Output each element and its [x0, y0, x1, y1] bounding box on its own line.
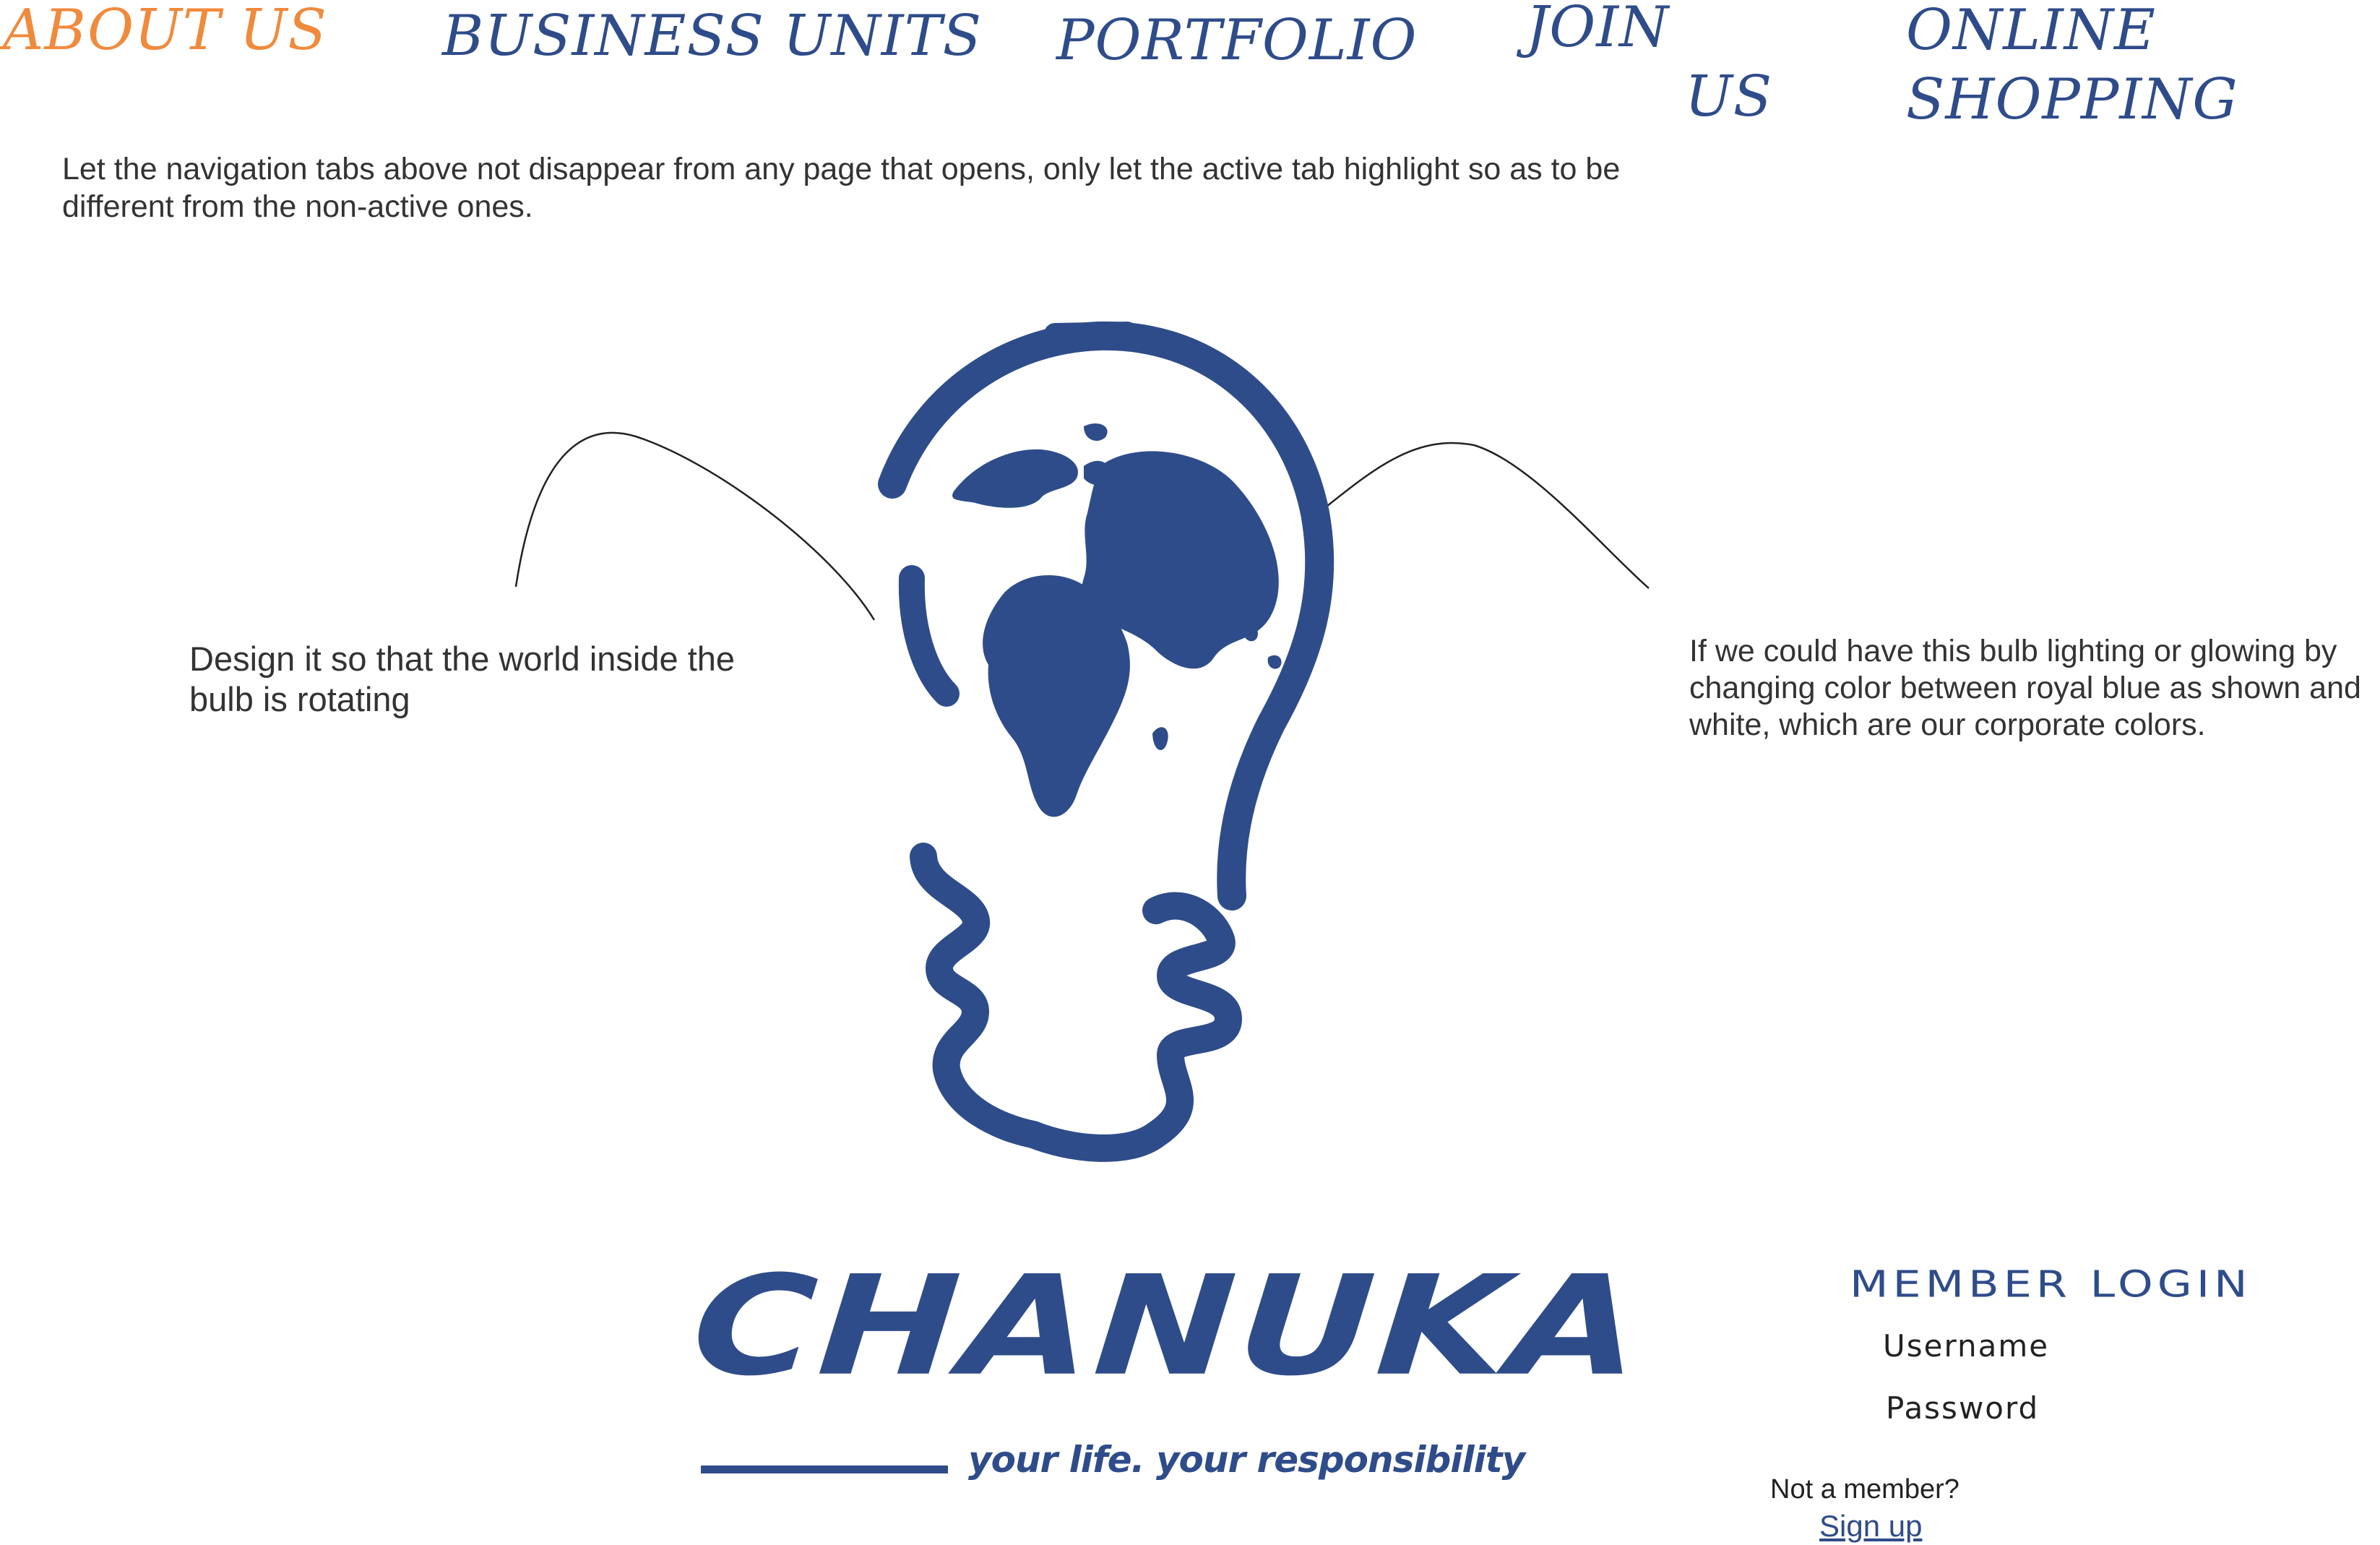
bulb-left-inner-stroke — [898, 565, 960, 707]
bulb-right-edge — [1308, 520, 1328, 614]
lightbulb-globe-icon — [878, 321, 1335, 1162]
not-member-text: Not a member? — [1770, 1474, 1959, 1505]
bulb-base-right-thread — [1019, 892, 1242, 1162]
left-connector-line — [514, 431, 876, 621]
brand-logo-name: CHANUKA — [687, 1246, 1648, 1406]
sign-up-link[interactable]: Sign up — [1819, 1509, 1922, 1544]
bulb-top-cap — [1044, 322, 1138, 345]
right-connector-line — [1323, 442, 1650, 589]
tagline-rule — [701, 1466, 948, 1473]
bulb-base-left-thread — [910, 843, 1047, 1148]
member-login-title: MEMBER LOGIN — [1850, 1262, 2252, 1307]
globe-continents — [952, 423, 1282, 817]
password-field[interactable]: Password — [1886, 1390, 2039, 1426]
brand-tagline: your life. your responsibility — [968, 1439, 1525, 1481]
username-field[interactable]: Username — [1883, 1328, 2049, 1364]
